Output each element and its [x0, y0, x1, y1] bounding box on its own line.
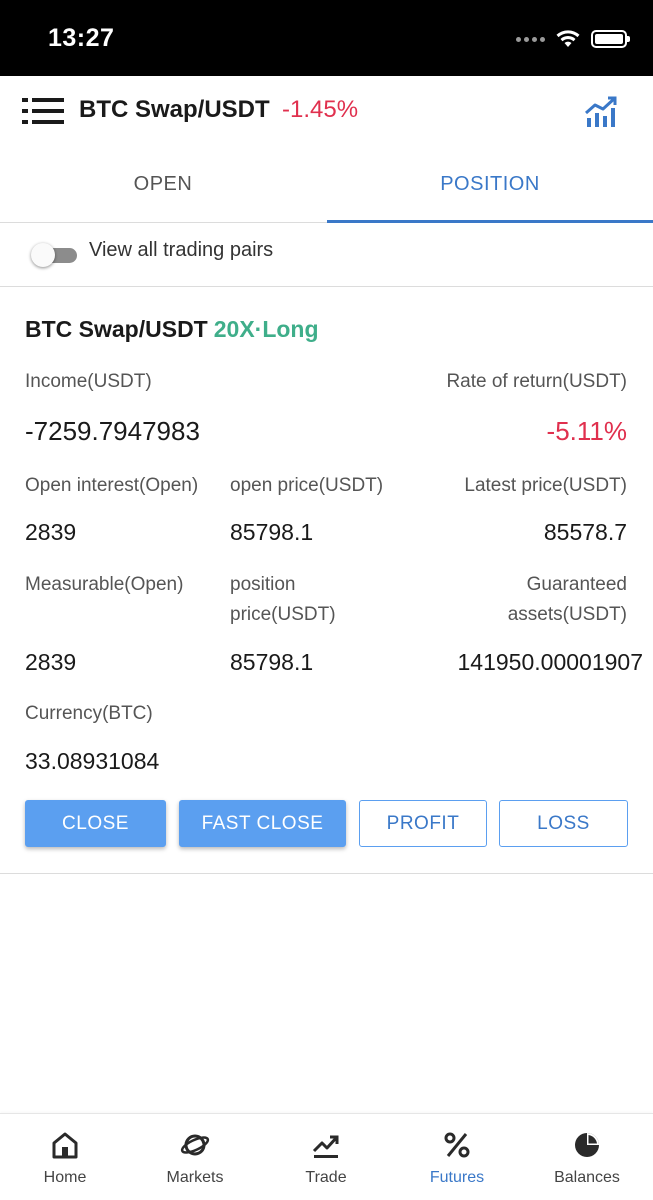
open-price-label: open price(USDT) — [230, 475, 384, 496]
nav-balances-label: Balances — [554, 1169, 620, 1186]
wifi-icon — [556, 30, 580, 47]
planet-icon — [180, 1134, 210, 1156]
pair-title[interactable]: BTC Swap/USDT — [79, 96, 270, 124]
tab-open[interactable]: OPEN — [0, 146, 326, 223]
position-pair: BTC Swap/USDT 20X·Long — [25, 316, 319, 343]
position-price-value: 85798.1 — [230, 649, 314, 675]
open-price-value: 85798.1 — [230, 519, 314, 545]
rate-of-return-value: -5.11% — [546, 416, 627, 446]
nav-balances[interactable]: Balances — [522, 1114, 652, 1200]
guaranteed-assets-label-line1: Guaranteed — [526, 574, 627, 595]
guaranteed-assets-value: 141950.00001907 — [457, 649, 643, 675]
home-icon — [52, 1132, 78, 1159]
measurable-value: 2839 — [25, 649, 77, 675]
nav-home[interactable]: Home — [0, 1114, 130, 1200]
income-value: -7259.7947983 — [25, 416, 200, 446]
nav-markets[interactable]: Markets — [130, 1114, 260, 1200]
close-button[interactable]: CLOSE — [25, 800, 166, 847]
pie-chart-icon — [575, 1133, 599, 1157]
open-interest-value: 2839 — [25, 519, 77, 545]
bottom-nav: Home Markets Trade Futures Balances — [0, 1113, 653, 1200]
cellular-signal-icon — [516, 36, 545, 42]
fast-close-button[interactable]: FAST CLOSE — [179, 800, 346, 847]
filter-row: View all trading pairs — [0, 223, 653, 287]
nav-trade[interactable]: Trade — [261, 1114, 391, 1200]
battery-icon — [591, 30, 630, 48]
open-interest-label: Open interest(Open) — [25, 475, 199, 496]
percent-icon — [444, 1132, 470, 1158]
nav-trade-label: Trade — [305, 1169, 347, 1186]
menu-list-icon[interactable] — [22, 98, 64, 124]
status-time: 13:27 — [48, 24, 115, 52]
view-all-pairs-label: View all trading pairs — [89, 239, 274, 261]
nav-home-label: Home — [43, 1169, 87, 1186]
currency-value: 33.08931084 — [25, 748, 160, 774]
nav-markets-label: Markets — [166, 1169, 224, 1186]
income-label: Income(USDT) — [25, 371, 152, 392]
chart-trend-icon[interactable] — [584, 94, 620, 128]
position-price-label-line1: position — [230, 574, 296, 595]
status-icons — [516, 26, 630, 52]
status-bar: 13:27 — [0, 0, 653, 76]
tab-position[interactable]: POSITION — [327, 146, 653, 223]
position-card: BTC Swap/USDT 20X·Long Income(USDT) Rate … — [0, 287, 653, 874]
currency-label: Currency(BTC) — [25, 703, 153, 724]
trend-chart-icon — [312, 1135, 339, 1158]
rate-of-return-label: Rate of return(USDT) — [446, 371, 627, 392]
latest-price-value: 85578.7 — [543, 519, 627, 545]
loss-button[interactable]: LOSS — [499, 800, 628, 847]
measurable-label: Measurable(Open) — [25, 574, 184, 595]
price-change: -1.45% — [282, 96, 359, 123]
tab-bar: OPEN POSITION — [0, 146, 653, 223]
view-all-pairs-toggle[interactable] — [31, 242, 77, 268]
position-pair-name: BTC Swap/USDT — [25, 316, 208, 342]
position-price-label-line2: price(USDT) — [230, 604, 336, 625]
guaranteed-assets-label-line2: assets(USDT) — [507, 604, 627, 625]
profit-button[interactable]: PROFIT — [359, 800, 487, 847]
app-header: BTC Swap/USDT -1.45% — [0, 76, 653, 146]
nav-futures-label: Futures — [429, 1169, 485, 1186]
leverage-tag: 20X·Long — [213, 316, 319, 342]
nav-futures[interactable]: Futures — [392, 1114, 522, 1200]
latest-price-label: Latest price(USDT) — [464, 475, 627, 496]
